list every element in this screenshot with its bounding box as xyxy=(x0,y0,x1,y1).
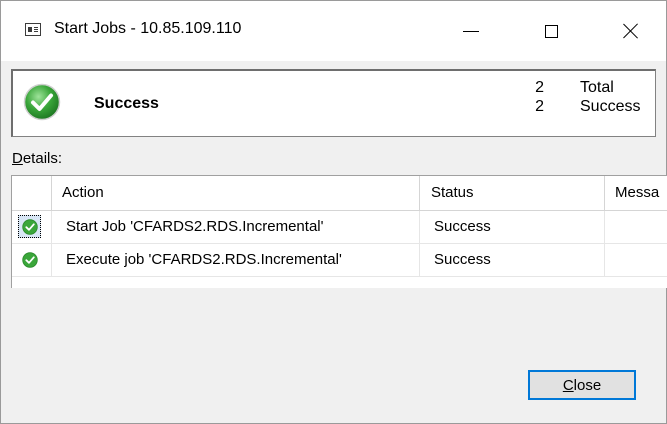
total-count: 2 xyxy=(535,79,544,96)
column-header-action[interactable]: Action xyxy=(52,176,420,210)
maximize-icon xyxy=(544,24,558,38)
title-bar[interactable]: Start Jobs - 10.85.109.110 xyxy=(1,1,666,61)
success-count: 2 xyxy=(535,98,544,115)
success-check-icon xyxy=(23,83,61,121)
success-count-label: Success xyxy=(580,98,641,115)
column-header-icon[interactable] xyxy=(12,176,52,210)
total-label: Total xyxy=(580,79,614,96)
row-message xyxy=(605,244,667,276)
column-header-status[interactable]: Status xyxy=(420,176,605,210)
window-title: Start Jobs - 10.85.109.110 xyxy=(54,20,242,37)
row-status: Success xyxy=(420,211,605,243)
row-status-cell xyxy=(12,244,52,276)
details-grid[interactable]: Action Status Messa Start Job 'CFARDS2.R… xyxy=(11,175,667,288)
window-close-button[interactable] xyxy=(601,1,661,61)
dialog-window: Start Jobs - 10.85.109.110 Success 2 Tot… xyxy=(0,0,667,424)
success-check-icon xyxy=(22,219,38,235)
column-header-message[interactable]: Messa xyxy=(605,176,667,210)
table-row[interactable]: Start Job 'CFARDS2.RDS.Incremental' Succ… xyxy=(12,211,667,244)
close-button[interactable]: Close xyxy=(528,370,636,400)
summary-panel: Success 2 Total 2 Success xyxy=(11,69,656,137)
row-status: Success xyxy=(420,244,605,276)
minimize-button[interactable] xyxy=(441,1,501,61)
close-icon xyxy=(623,23,639,39)
window-app-icon xyxy=(25,23,41,36)
row-action: Start Job 'CFARDS2.RDS.Incremental' xyxy=(52,211,420,243)
success-check-icon xyxy=(22,252,38,268)
row-message xyxy=(605,211,667,243)
details-label: Details: xyxy=(12,150,63,167)
maximize-button[interactable] xyxy=(521,1,581,61)
grid-header: Action Status Messa xyxy=(12,176,667,211)
table-row[interactable]: Execute job 'CFARDS2.RDS.Incremental' Su… xyxy=(12,244,667,277)
row-action: Execute job 'CFARDS2.RDS.Incremental' xyxy=(52,244,420,276)
minimize-icon xyxy=(463,30,479,32)
summary-status-text: Success xyxy=(94,95,159,112)
row-status-cell xyxy=(12,211,52,243)
